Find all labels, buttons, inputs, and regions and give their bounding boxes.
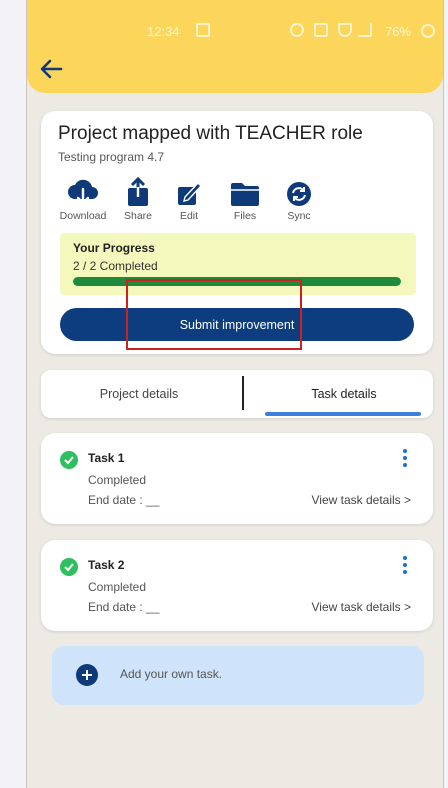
battery-level: 76%: [384, 24, 411, 39]
task-card-2[interactable]: Task 2 Completed End date : __ View task…: [41, 540, 433, 631]
check-circle-icon: [60, 451, 78, 469]
project-actions: Download Share Edit Files Sync: [53, 171, 333, 227]
submit-improvement-button[interactable]: Submit improvement: [60, 308, 414, 341]
status-time: 12:34: [147, 24, 180, 39]
add-task-label: Add your own task.: [120, 667, 223, 681]
progress-panel: Your Progress 2 / 2 Completed: [60, 233, 416, 295]
more-options-icon[interactable]: [401, 556, 409, 576]
task-end-date: End date : __: [88, 493, 160, 507]
sync-icon: [269, 171, 329, 207]
app-header: 12:34 76%: [27, 0, 443, 93]
task-status: Completed: [88, 473, 147, 487]
task-end-date: End date : __: [88, 600, 160, 614]
files-label: Files: [233, 210, 257, 222]
sync-button[interactable]: Sync: [269, 171, 329, 222]
tab-project-details[interactable]: Project details: [41, 370, 237, 418]
check-circle-icon: [60, 558, 78, 576]
tab-task-details[interactable]: Task details: [255, 370, 433, 418]
battery-icon: [421, 24, 435, 38]
view-task-details-link[interactable]: View task details >: [312, 493, 412, 507]
network-icon: [314, 23, 328, 37]
task-name: Task 1: [88, 451, 125, 465]
tab-bar: Project details Task details: [41, 370, 433, 418]
tab-divider: [242, 376, 244, 410]
folder-icon: [215, 171, 275, 207]
status-bar: 12:34 76%: [27, 20, 443, 42]
download-button[interactable]: Download: [53, 171, 113, 222]
plus-icon: [76, 664, 98, 686]
edit-icon: [159, 171, 219, 207]
signal-icon: [358, 23, 372, 37]
edit-button[interactable]: Edit: [159, 171, 219, 222]
cloud-download-icon: [53, 171, 113, 207]
progress-bar-fill: [73, 277, 401, 286]
task-status: Completed: [88, 580, 147, 594]
progress-text: 2 / 2 Completed: [73, 259, 158, 273]
phone-screen: 12:34 76% Project mapped with TEACHER ro…: [26, 0, 444, 788]
more-options-icon[interactable]: [401, 449, 409, 469]
screenshot-frame: 12:34 76% Project mapped with TEACHER ro…: [0, 0, 448, 788]
project-subtitle: Testing program 4.7: [58, 150, 165, 164]
project-title: Project mapped with TEACHER role: [58, 123, 363, 144]
download-label: Download: [59, 210, 107, 222]
gallery-notification-icon: [196, 23, 210, 37]
task-name: Task 2: [88, 558, 125, 572]
view-task-details-link[interactable]: View task details >: [312, 600, 412, 614]
wifi-icon: [338, 23, 352, 37]
edit-label: Edit: [179, 210, 199, 222]
sync-label: Sync: [287, 210, 311, 222]
task-card-1[interactable]: Task 1 Completed End date : __ View task…: [41, 433, 433, 524]
alarm-icon: [290, 23, 304, 37]
back-arrow-icon[interactable]: [37, 56, 65, 82]
active-tab-indicator: [265, 412, 421, 416]
project-card: Project mapped with TEACHER role Testing…: [41, 111, 433, 354]
add-task-button[interactable]: Add your own task.: [52, 646, 424, 705]
progress-title: Your Progress: [73, 241, 155, 255]
progress-bar: [73, 277, 401, 286]
files-button[interactable]: Files: [215, 171, 275, 222]
